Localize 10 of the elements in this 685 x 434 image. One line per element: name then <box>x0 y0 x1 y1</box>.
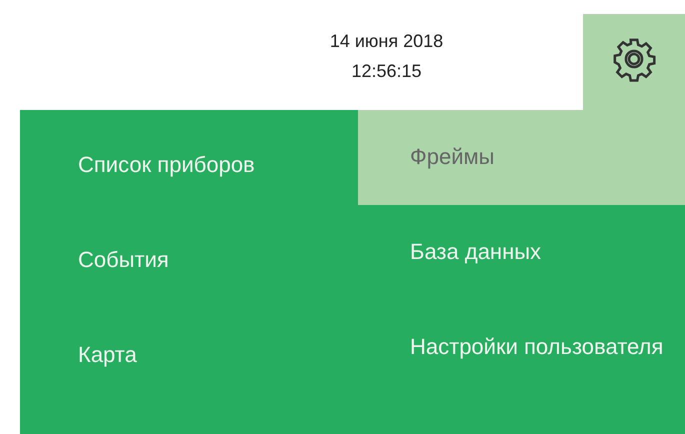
menu-item[interactable]: Фреймы <box>358 110 685 205</box>
menu-item[interactable]: Список приборов <box>20 118 358 213</box>
menu-item[interactable]: База данных <box>358 205 685 300</box>
settings-button[interactable] <box>583 14 685 110</box>
menu-item[interactable]: События <box>20 213 358 308</box>
menu-item[interactable]: Карта <box>20 308 358 403</box>
date-text: 14 июня 2018 <box>330 30 444 53</box>
menu-item[interactable]: Настройки пользователя <box>358 300 685 395</box>
settings-icon <box>611 36 657 82</box>
time-text: 12:56:15 <box>351 60 422 83</box>
